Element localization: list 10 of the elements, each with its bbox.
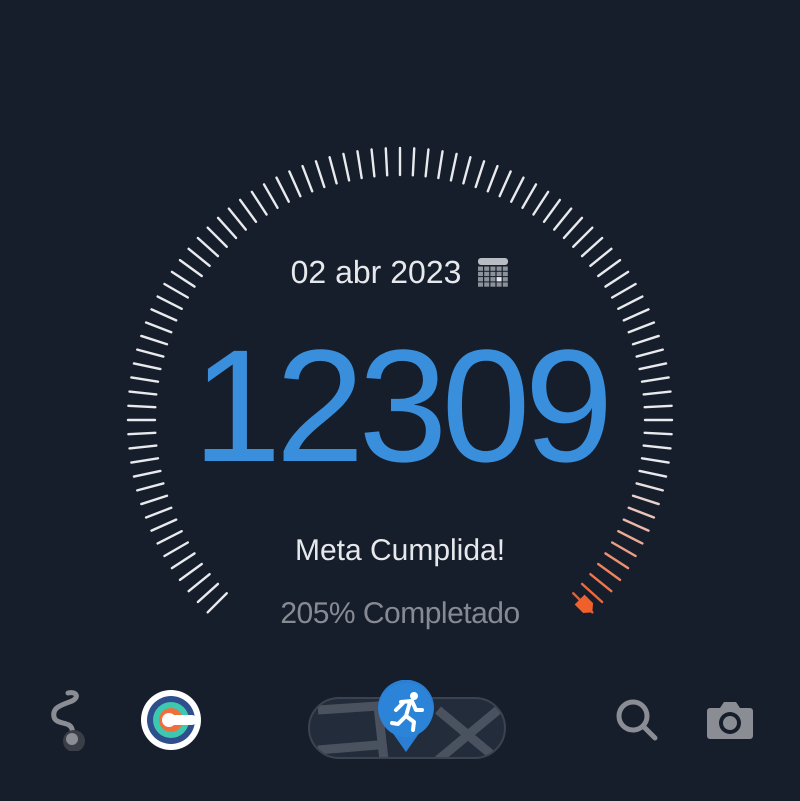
camera-icon[interactable]: [706, 700, 754, 740]
map-button[interactable]: [308, 680, 508, 760]
goal-message: Meta Cumplida!: [294, 533, 506, 569]
date-label: 02 abr 2023: [290, 253, 462, 292]
calendar-icon[interactable]: [477, 256, 510, 288]
app-logo-icon[interactable]: [140, 689, 202, 751]
search-icon[interactable]: [614, 697, 660, 743]
step-count: 12309: [192, 326, 608, 486]
gauge-marker: [574, 594, 594, 614]
completion-label: 205% Completado: [280, 596, 520, 632]
